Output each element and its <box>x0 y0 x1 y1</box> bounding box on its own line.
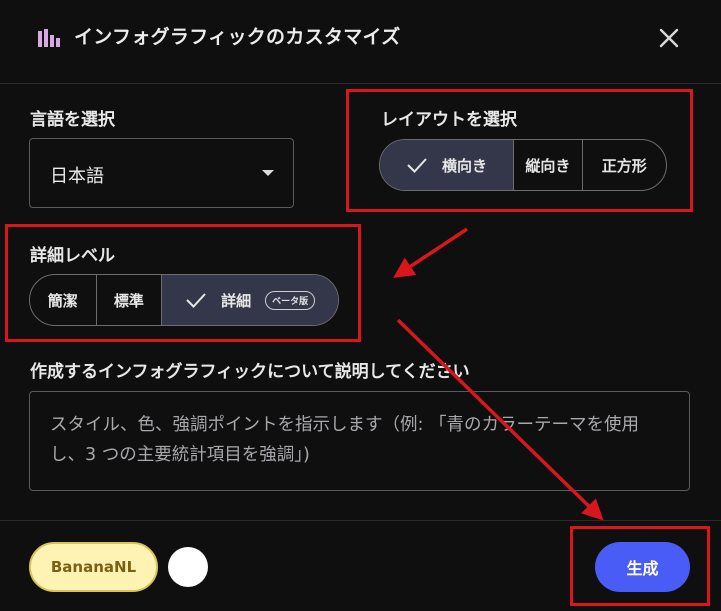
dialog-title: インフォグラフィックのカスタマイズ <box>74 26 401 48</box>
language-label: 言語を選択 <box>30 110 115 130</box>
chevron-down-icon <box>262 170 274 176</box>
language-select[interactable]: 日本語 <box>29 138 294 208</box>
color-swatch[interactable] <box>168 547 208 587</box>
annotation-box-generate <box>570 526 710 606</box>
description-label: 作成するインフォグラフィックについて説明してください <box>30 362 470 382</box>
dialog-header: インフォグラフィックのカスタマイズ <box>0 0 721 84</box>
annotation-box-layout <box>346 89 693 212</box>
close-icon[interactable] <box>656 25 682 51</box>
annotation-box-detail <box>5 224 361 342</box>
arrow-to-detail <box>393 227 468 278</box>
description-textarea[interactable]: スタイル、色、強調ポイントを指示します（例: 「青のカラーテーマを使用し、3 つ… <box>29 391 690 491</box>
footer-divider <box>0 520 721 521</box>
bar-chart-icon <box>38 29 60 47</box>
style-chip[interactable]: BananaNL <box>29 542 158 592</box>
language-value: 日本語 <box>50 166 104 187</box>
